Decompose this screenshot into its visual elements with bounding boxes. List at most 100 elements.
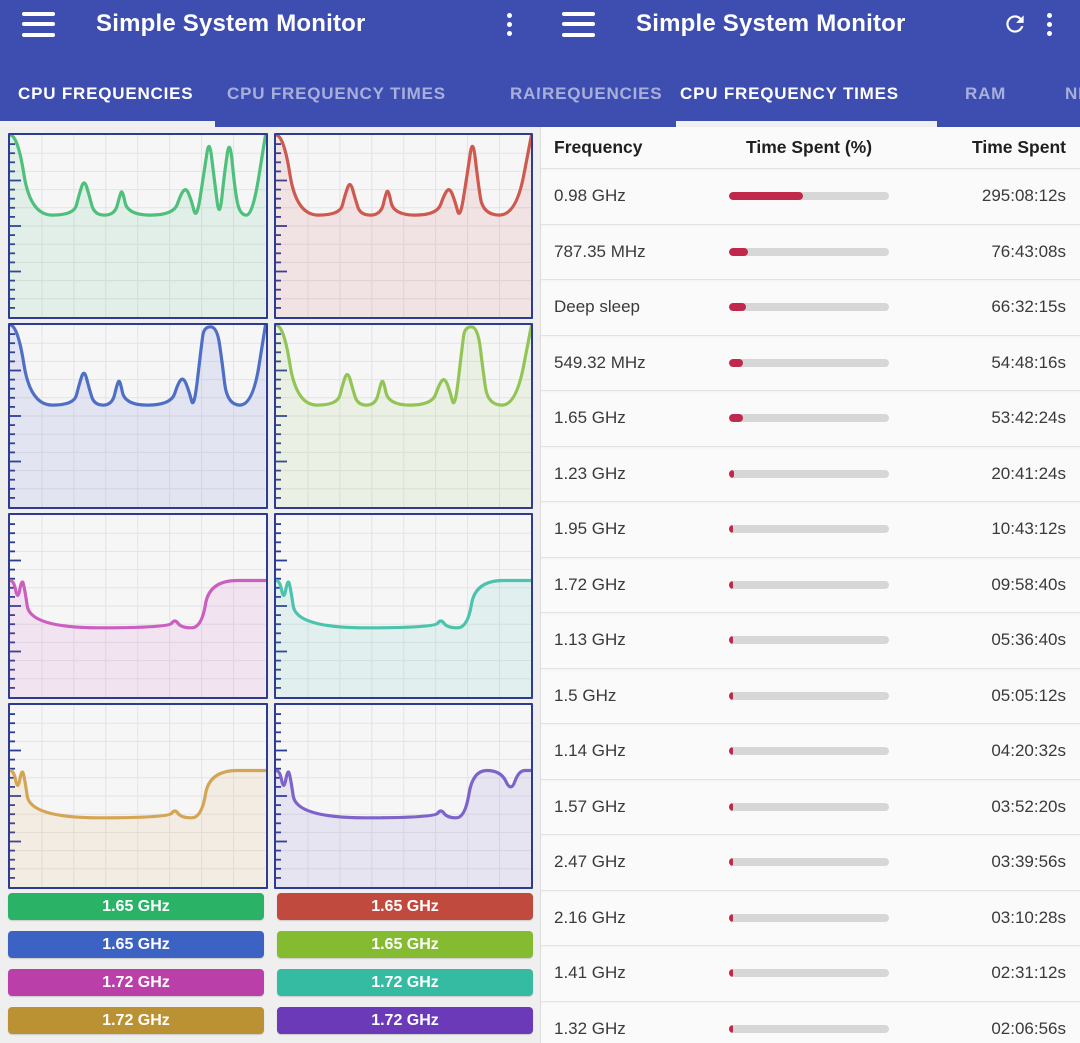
current-frequency-badge-core-1: 1.65 GHz (8, 893, 264, 920)
frequency-cell: 1.65 GHz (554, 408, 729, 428)
frequency-cell: 0.98 GHz (554, 186, 729, 206)
time-spent-progress-bar (729, 470, 889, 478)
table-row: 0.98 GHz 295:08:12s (541, 168, 1080, 224)
frequency-times-table: 0.98 GHz 295:08:12s 787.35 MHz76:43:08s Dee… (541, 168, 1080, 1043)
time-spent-progress-fill (729, 747, 733, 755)
time-spent-progress-fill (729, 470, 734, 478)
cpu-charts-grid (8, 133, 533, 889)
current-frequency-badge-core-2: 1.65 GHz (277, 893, 533, 920)
frequency-cell: 1.5 GHz (554, 686, 729, 706)
frequency-chart-cpu-core-6 (274, 513, 534, 699)
time-spent-cell: 53:42:24s (889, 408, 1066, 428)
page-title: Simple System Monitor (636, 10, 906, 38)
menu-icon[interactable] (562, 12, 595, 37)
current-frequency-badge-core-7: 1.72 GHz (8, 1007, 264, 1034)
table-row: 2.16 GHz 03:10:28s (541, 890, 1080, 946)
frequency-chart-cpu-core-3 (8, 323, 268, 509)
time-spent-progress-fill (729, 636, 733, 644)
time-spent-cell: 09:58:40s (889, 575, 1066, 595)
table-row: 1.41 GHz 02:31:12s (541, 945, 1080, 1001)
table-row: 549.32 MHz54:48:16s (541, 335, 1080, 391)
time-spent-cell: 02:06:56s (889, 1019, 1066, 1039)
frequency-cell: 1.41 GHz (554, 963, 729, 983)
table-row: 1.5 GHz 05:05:12s (541, 668, 1080, 724)
time-spent-progress-bar (729, 1025, 889, 1033)
active-tab-indicator (0, 121, 215, 127)
frequency-cell: 1.95 GHz (554, 519, 729, 539)
left-tab-bar: CPU FREQUENCIES CPU FREQUENCY TIMES RAM (0, 48, 540, 127)
menu-icon[interactable] (22, 12, 55, 37)
time-spent-progress-bar (729, 747, 889, 755)
frequency-cell: Deep sleep (554, 297, 729, 317)
frequency-chart-cpu-core-2 (274, 133, 534, 319)
time-spent-progress-bar (729, 581, 889, 589)
time-spent-cell: 05:05:12s (889, 686, 1066, 706)
frequency-cell: 1.57 GHz (554, 797, 729, 817)
page-title: Simple System Monitor (96, 10, 366, 38)
column-header-time-spent: Time Spent (889, 137, 1066, 158)
frequency-cell: 1.32 GHz (554, 1019, 729, 1039)
table-row: 1.32 GHz 02:06:56s (541, 1001, 1080, 1043)
time-spent-progress-fill (729, 414, 743, 422)
cpu-current-frequency-badges: 1.65 GHz1.65 GHz1.65 GHz1.65 GHz1.72 GHz… (8, 893, 533, 1034)
column-header-frequency: Frequency (554, 137, 729, 158)
tab-ram[interactable]: RAM (965, 84, 1006, 104)
time-spent-cell: 03:52:20s (889, 797, 1066, 817)
time-spent-progress-bar (729, 248, 889, 256)
right-screen: Simple System Monitor REQUENCIES CPU FREQ… (540, 0, 1080, 1043)
table-row: 787.35 MHz76:43:08s (541, 224, 1080, 280)
time-spent-progress-fill (729, 359, 743, 367)
time-spent-progress-fill (729, 969, 733, 977)
left-screen: Simple System Monitor CPU FREQUENCIESCPU… (0, 0, 540, 1043)
time-spent-cell: 02:31:12s (889, 963, 1066, 983)
time-spent-progress-bar (729, 692, 889, 700)
time-spent-cell: 03:10:28s (889, 908, 1066, 928)
tab-requencies[interactable]: REQUENCIES (542, 84, 662, 104)
time-spent-progress-fill (729, 303, 746, 311)
right-tab-bar: REQUENCIES CPU FREQUENCY TIMES RAM NE (540, 48, 1080, 127)
time-spent-progress-bar (729, 414, 889, 422)
table-row: 1.65 GHz 53:42:24s (541, 390, 1080, 446)
table-header: Frequency Time Spent (%) Time Spent (541, 127, 1080, 168)
tab-ram[interactable]: RAM (510, 84, 540, 104)
table-row: 1.13 GHz 05:36:40s (541, 612, 1080, 668)
current-frequency-badge-core-3: 1.65 GHz (8, 931, 264, 958)
time-spent-progress-bar (729, 803, 889, 811)
tab-ne[interactable]: NE (1065, 84, 1080, 104)
time-spent-cell: 295:08:12s (889, 186, 1066, 206)
table-row: 1.95 GHz 10:43:12s (541, 501, 1080, 557)
time-spent-progress-fill (729, 803, 733, 811)
table-row: 1.23 GHz20:41:24s (541, 446, 1080, 502)
frequency-cell: 787.35 MHz (554, 242, 729, 262)
time-spent-progress-bar (729, 636, 889, 644)
time-spent-progress-bar (729, 192, 889, 200)
frequency-chart-cpu-core-7 (8, 703, 268, 889)
time-spent-progress-bar (729, 525, 889, 533)
frequency-cell: 2.16 GHz (554, 908, 729, 928)
time-spent-cell: 05:36:40s (889, 630, 1066, 650)
time-spent-cell: 66:32:15s (889, 297, 1066, 317)
frequency-cell: 1.13 GHz (554, 630, 729, 650)
left-app-bar: Simple System Monitor (0, 0, 540, 48)
overflow-menu-icon[interactable] (1032, 7, 1066, 41)
time-spent-progress-fill (729, 692, 733, 700)
refresh-icon[interactable] (998, 7, 1032, 41)
current-frequency-badge-core-8: 1.72 GHz (277, 1007, 533, 1034)
time-spent-progress-bar (729, 303, 889, 311)
tab-cpu-frequency-times[interactable]: CPU FREQUENCY TIMES (680, 84, 899, 104)
frequency-cell: 1.14 GHz (554, 741, 729, 761)
time-spent-progress-bar (729, 359, 889, 367)
cpu-frequencies-panel: 1.65 GHz1.65 GHz1.65 GHz1.65 GHz1.72 GHz… (0, 127, 540, 1043)
column-header-time-spent-percent: Time Spent (%) (729, 137, 889, 158)
table-row: 1.57 GHz 03:52:20s (541, 779, 1080, 835)
tab-cpu-frequency-times[interactable]: CPU FREQUENCY TIMES (227, 84, 446, 104)
tab-cpu-frequencies[interactable]: CPU FREQUENCIES (18, 84, 193, 104)
time-spent-cell: 03:39:56s (889, 852, 1066, 872)
right-app-bar: Simple System Monitor (540, 0, 1080, 48)
time-spent-cell: 10:43:12s (889, 519, 1066, 539)
table-row: 1.14 GHz04:20:32s (541, 723, 1080, 779)
frequency-cell: 1.23 GHz (554, 464, 729, 484)
overflow-menu-icon[interactable] (492, 7, 526, 41)
frequency-chart-cpu-core-4 (274, 323, 534, 509)
table-row: 2.47 GHz03:39:56s (541, 834, 1080, 890)
